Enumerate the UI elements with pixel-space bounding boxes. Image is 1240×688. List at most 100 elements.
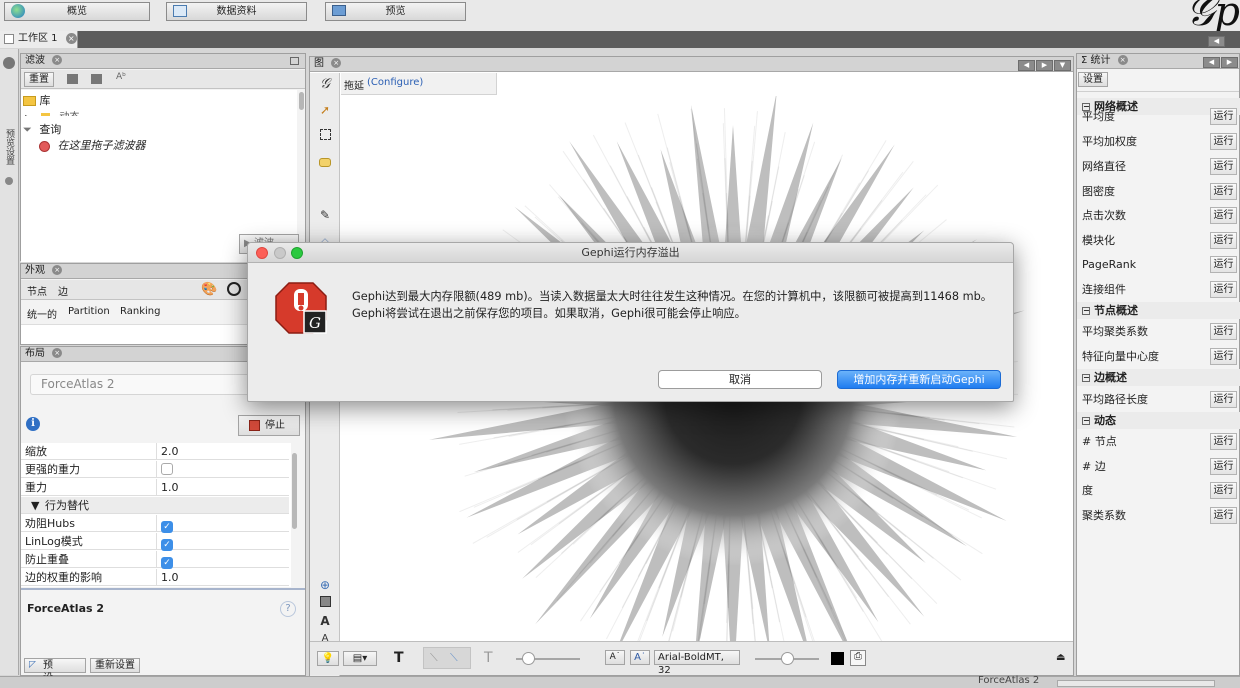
prop-value[interactable]: 1.0 xyxy=(161,479,179,496)
stat-run-button[interactable]: 运行 xyxy=(1210,108,1237,125)
stats-section-header[interactable]: − 动态 xyxy=(1077,412,1240,429)
close-icon[interactable]: × xyxy=(1117,55,1128,65)
brush-icon[interactable]: ✎ xyxy=(316,206,334,224)
gear-icon[interactable] xyxy=(5,177,13,185)
font-increase-icon[interactable]: A˙ xyxy=(630,650,650,665)
palette-icon[interactable]: 🎨 xyxy=(201,282,217,297)
close-icon[interactable]: × xyxy=(65,32,77,44)
close-icon[interactable]: × xyxy=(52,55,63,65)
prop-row[interactable]: 缩放 2.0 xyxy=(21,443,289,460)
props-scrollbar[interactable] xyxy=(292,453,297,529)
prop-row[interactable]: 更强的重力 xyxy=(21,461,289,478)
minimize-window-button[interactable] xyxy=(274,247,286,259)
collapse-icon[interactable]: ▼ xyxy=(31,497,39,514)
workspace-tab[interactable]: 工作区 1 × xyxy=(0,31,78,48)
prop-checkbox[interactable]: ✓ xyxy=(161,517,173,534)
close-icon[interactable]: × xyxy=(331,58,342,68)
collapse-icon[interactable]: − xyxy=(1082,307,1090,315)
restart-with-more-memory-button[interactable]: 增加内存并重新启动Gephi xyxy=(837,370,1001,389)
stats-tab-nav[interactable]: ◀ ▶ xyxy=(1202,55,1238,68)
prop-value[interactable]: 1.0 xyxy=(161,569,179,586)
screenshot-icon[interactable]: ⎙ xyxy=(850,650,866,666)
stat-run-button[interactable]: 运行 xyxy=(1210,207,1237,224)
stat-run-button[interactable]: 运行 xyxy=(1210,482,1237,499)
close-window-button[interactable] xyxy=(256,247,268,259)
cancel-button[interactable]: 取消 xyxy=(658,370,822,389)
workspace-nav[interactable]: ◀ xyxy=(1207,33,1225,47)
node-label-dropdown[interactable]: ▤▾ xyxy=(343,651,377,666)
tree-query[interactable]: ⏷ 查询 xyxy=(23,121,61,137)
prop-value[interactable]: 2.0 xyxy=(161,443,179,460)
filters-reset-button[interactable]: 重置 xyxy=(24,72,54,87)
edge-labels-icon[interactable]: T xyxy=(484,650,493,666)
zoom-window-button[interactable] xyxy=(291,247,303,259)
font-decrease-icon[interactable]: A˙ xyxy=(605,650,625,665)
tab-partition[interactable]: Partition xyxy=(68,306,110,317)
stat-run-button[interactable]: 运行 xyxy=(1210,281,1237,298)
prop-checkbox[interactable]: ✓ xyxy=(161,553,173,570)
stat-run-button[interactable]: 运行 xyxy=(1210,507,1237,524)
drag-hand-icon[interactable] xyxy=(316,154,334,172)
stat-run-button[interactable]: 运行 xyxy=(1210,458,1237,475)
prop-row[interactable]: LinLog模式 ✓ xyxy=(21,533,289,552)
stat-run-button[interactable]: 运行 xyxy=(1210,232,1237,249)
preset-button[interactable]: ◸ 预设...... xyxy=(24,658,86,684)
chevron-down-icon[interactable]: ▼ xyxy=(1054,60,1071,71)
font-slider-thumb[interactable] xyxy=(781,652,794,665)
prop-row[interactable]: 边的权重的影响 1.0 xyxy=(21,569,289,586)
preview-button[interactable]: 预览 xyxy=(325,2,466,21)
collapse-icon[interactable]: − xyxy=(1082,374,1090,382)
font-field[interactable]: Arial-BoldMT, 32 xyxy=(654,650,740,676)
tab-ranking[interactable]: Ranking xyxy=(120,306,160,317)
close-icon[interactable]: × xyxy=(52,265,63,275)
prop-row[interactable]: 劝阻Hubs ✓ xyxy=(21,515,289,534)
maximize-icon[interactable] xyxy=(290,57,299,65)
stat-run-button[interactable]: 运行 xyxy=(1210,348,1237,365)
chevron-right-icon[interactable]: ▶ xyxy=(1036,60,1053,71)
prop-category[interactable]: ▼ 行为替代 xyxy=(21,497,289,514)
tab-unique[interactable]: 统一的 xyxy=(27,306,57,321)
splitter[interactable] xyxy=(21,588,305,590)
stat-run-button[interactable]: 运行 xyxy=(1210,183,1237,200)
chevron-right-icon[interactable]: ▶ xyxy=(1221,57,1238,68)
rename-icon[interactable]: Aᵇ xyxy=(116,72,126,82)
tree-library[interactable]: 库 xyxy=(23,92,51,108)
help-icon[interactable]: ? xyxy=(280,601,296,617)
statistics-settings-button[interactable]: 设置 xyxy=(1078,72,1108,87)
tab-nodes[interactable]: 节点 xyxy=(27,283,47,298)
configure-link[interactable]: (Configure) xyxy=(367,77,423,88)
stat-run-button[interactable]: 运行 xyxy=(1210,158,1237,175)
preview-settings-icon[interactable] xyxy=(3,57,15,69)
prop-checkbox[interactable]: ✓ xyxy=(161,535,173,552)
prop-row[interactable]: 重力 1.0 xyxy=(21,479,289,496)
tree-dynamic[interactable]: ▸ 动态 xyxy=(25,108,79,116)
stat-run-button[interactable]: 运行 xyxy=(1210,323,1237,340)
preview-settings-label[interactable]: 预览设置 xyxy=(2,129,16,165)
expand-icon[interactable]: ▸ xyxy=(25,112,30,116)
layout-reset-button[interactable]: 重新设置 xyxy=(90,658,140,673)
expand-toolbar-icon[interactable]: ⏏ xyxy=(1056,652,1065,663)
chevron-left-icon[interactable]: ◀ xyxy=(1203,57,1220,68)
slider-thumb[interactable] xyxy=(522,652,535,665)
prop-row[interactable]: 防止重叠 ✓ xyxy=(21,551,289,570)
background-color-icon[interactable] xyxy=(316,594,334,612)
stats-section-header[interactable]: − 节点概述 xyxy=(1077,302,1240,319)
chevron-left-icon[interactable]: ◀ xyxy=(1018,60,1035,71)
import-icon[interactable] xyxy=(67,74,78,84)
prop-checkbox[interactable] xyxy=(161,463,173,480)
overview-button[interactable]: 概览 xyxy=(4,2,150,21)
stats-section-header[interactable]: − 边概述 xyxy=(1077,369,1240,386)
edge-tools[interactable]: ⟍ ⟍ xyxy=(423,647,471,669)
edge-icon[interactable]: ⟍ xyxy=(430,651,438,665)
close-icon[interactable]: × xyxy=(52,348,63,358)
tree-scrollbar[interactable] xyxy=(299,92,304,110)
show-labels-icon[interactable]: T xyxy=(394,650,404,666)
layout-stop-button[interactable]: 停止 xyxy=(238,415,300,436)
data-lab-button[interactable]: 数据资料 xyxy=(166,2,307,21)
zoom-icon[interactable]: ⊕ xyxy=(316,576,334,594)
stat-run-button[interactable]: 运行 xyxy=(1210,133,1237,150)
label-color-swatch[interactable] xyxy=(831,652,844,665)
lightbulb-icon[interactable]: 💡 xyxy=(317,651,339,666)
stat-run-button[interactable]: 运行 xyxy=(1210,256,1237,273)
collapse-icon[interactable]: − xyxy=(1082,417,1090,425)
